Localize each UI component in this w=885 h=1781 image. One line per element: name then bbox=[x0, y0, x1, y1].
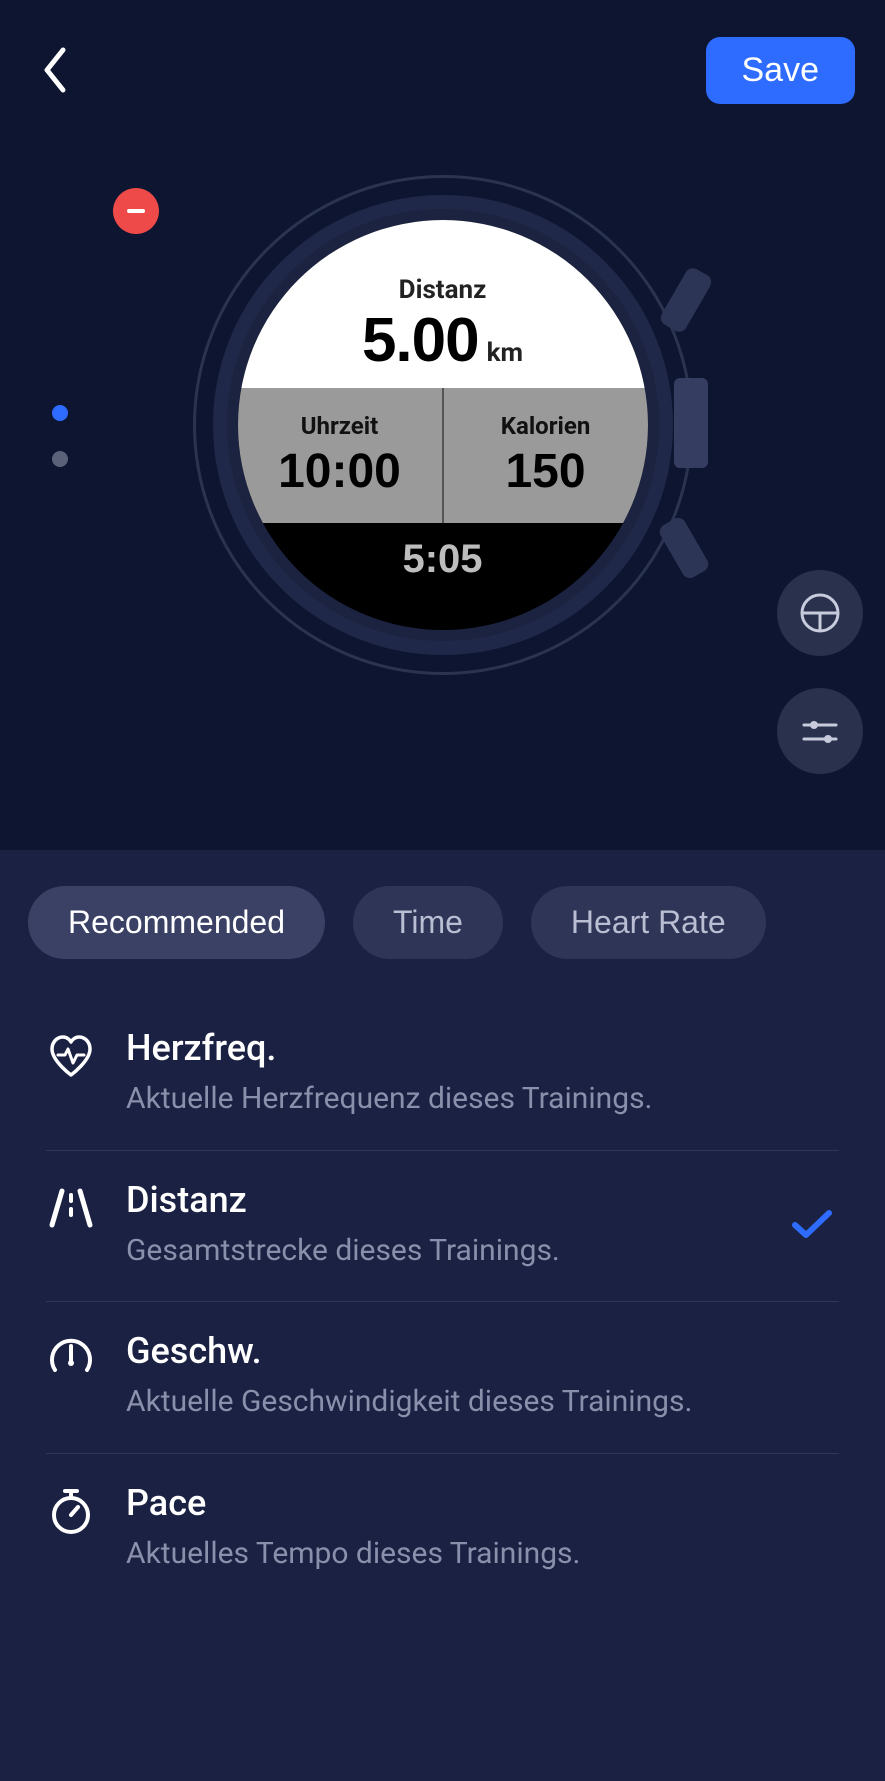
remove-button[interactable] bbox=[113, 188, 159, 234]
tab-time[interactable]: Time bbox=[353, 886, 503, 959]
watch-field-mid-left[interactable]: Uhrzeit 10:00 bbox=[238, 388, 444, 523]
watch-field-mid-right-label: Kalorien bbox=[501, 412, 591, 440]
watch-field-bottom[interactable]: 5:05 bbox=[238, 523, 648, 630]
layout-icon bbox=[798, 591, 842, 635]
gauge-icon bbox=[48, 1336, 94, 1382]
save-button[interactable]: Save bbox=[706, 37, 856, 104]
list-item-title: Geschw. bbox=[126, 1330, 839, 1372]
road-icon bbox=[48, 1187, 94, 1229]
sliders-icon bbox=[798, 709, 842, 753]
watch-field-mid-left-value: 10:00 bbox=[278, 444, 401, 499]
watch-field-mid-left-label: Uhrzeit bbox=[301, 412, 379, 440]
watch-face[interactable]: Distanz 5.00 km Uhrzeit 10:00 Kalorien bbox=[238, 220, 648, 630]
list-item-title: Herzfreq. bbox=[126, 1027, 839, 1069]
tab-recommended[interactable]: Recommended bbox=[28, 886, 325, 959]
tab-heart-rate[interactable]: Heart Rate bbox=[531, 886, 766, 959]
stopwatch-icon bbox=[48, 1487, 94, 1535]
watch-preview: Distanz 5.00 km Uhrzeit 10:00 Kalorien bbox=[0, 110, 885, 850]
settings-button[interactable] bbox=[777, 688, 863, 774]
list-item-speed[interactable]: Geschw. Aktuelle Geschwindigkeit dieses … bbox=[46, 1302, 839, 1454]
list-item-desc: Gesamtstrecke dieses Trainings. bbox=[126, 1231, 839, 1272]
field-list: Herzfreq. Aktuelle Herzfrequenz dieses T… bbox=[28, 999, 857, 1604]
list-item-heart-rate[interactable]: Herzfreq. Aktuelle Herzfrequenz dieses T… bbox=[46, 999, 839, 1151]
watch-field-mid-right-value: 150 bbox=[505, 444, 585, 499]
watch-crown bbox=[674, 378, 708, 468]
watch-field-top-value: 5.00 bbox=[362, 305, 479, 376]
page-indicator bbox=[52, 405, 68, 467]
watch-field-top-label: Distanz bbox=[399, 275, 487, 305]
watch-field-mid-right[interactable]: Kalorien 150 bbox=[444, 388, 648, 523]
watch-field-bottom-value: 5:05 bbox=[402, 537, 482, 582]
chevron-left-icon bbox=[41, 46, 69, 94]
watch-field-top-unit: km bbox=[487, 338, 523, 368]
watch-button-top bbox=[657, 265, 713, 334]
back-button[interactable] bbox=[30, 45, 80, 95]
page-dot-active[interactable] bbox=[52, 405, 68, 421]
watch-button-bottom bbox=[656, 515, 710, 581]
data-field-panel: Recommended Time Heart Rate Herzfreq. Ak… bbox=[0, 850, 885, 1781]
minus-icon bbox=[127, 209, 145, 213]
check-icon bbox=[791, 1207, 833, 1245]
list-item-pace[interactable]: Pace Aktuelles Tempo dieses Trainings. bbox=[46, 1454, 839, 1605]
list-item-desc: Aktuelle Herzfrequenz dieses Trainings. bbox=[126, 1079, 839, 1120]
list-item-distance[interactable]: Distanz Gesamtstrecke dieses Trainings. bbox=[46, 1151, 839, 1303]
heart-rate-icon bbox=[48, 1035, 94, 1077]
page-dot-inactive[interactable] bbox=[52, 451, 68, 467]
list-item-desc: Aktuelles Tempo dieses Trainings. bbox=[126, 1534, 839, 1575]
category-tabs: Recommended Time Heart Rate bbox=[28, 886, 857, 959]
list-item-title: Distanz bbox=[126, 1179, 839, 1221]
watch-bezel: Distanz 5.00 km Uhrzeit 10:00 Kalorien bbox=[213, 195, 673, 655]
watch-outer-ring: Distanz 5.00 km Uhrzeit 10:00 Kalorien bbox=[193, 175, 693, 675]
list-item-title: Pace bbox=[126, 1482, 839, 1524]
watch-field-top[interactable]: Distanz 5.00 km bbox=[238, 220, 648, 388]
list-item-desc: Aktuelle Geschwindigkeit dieses Training… bbox=[126, 1382, 839, 1423]
layout-button[interactable] bbox=[777, 570, 863, 656]
